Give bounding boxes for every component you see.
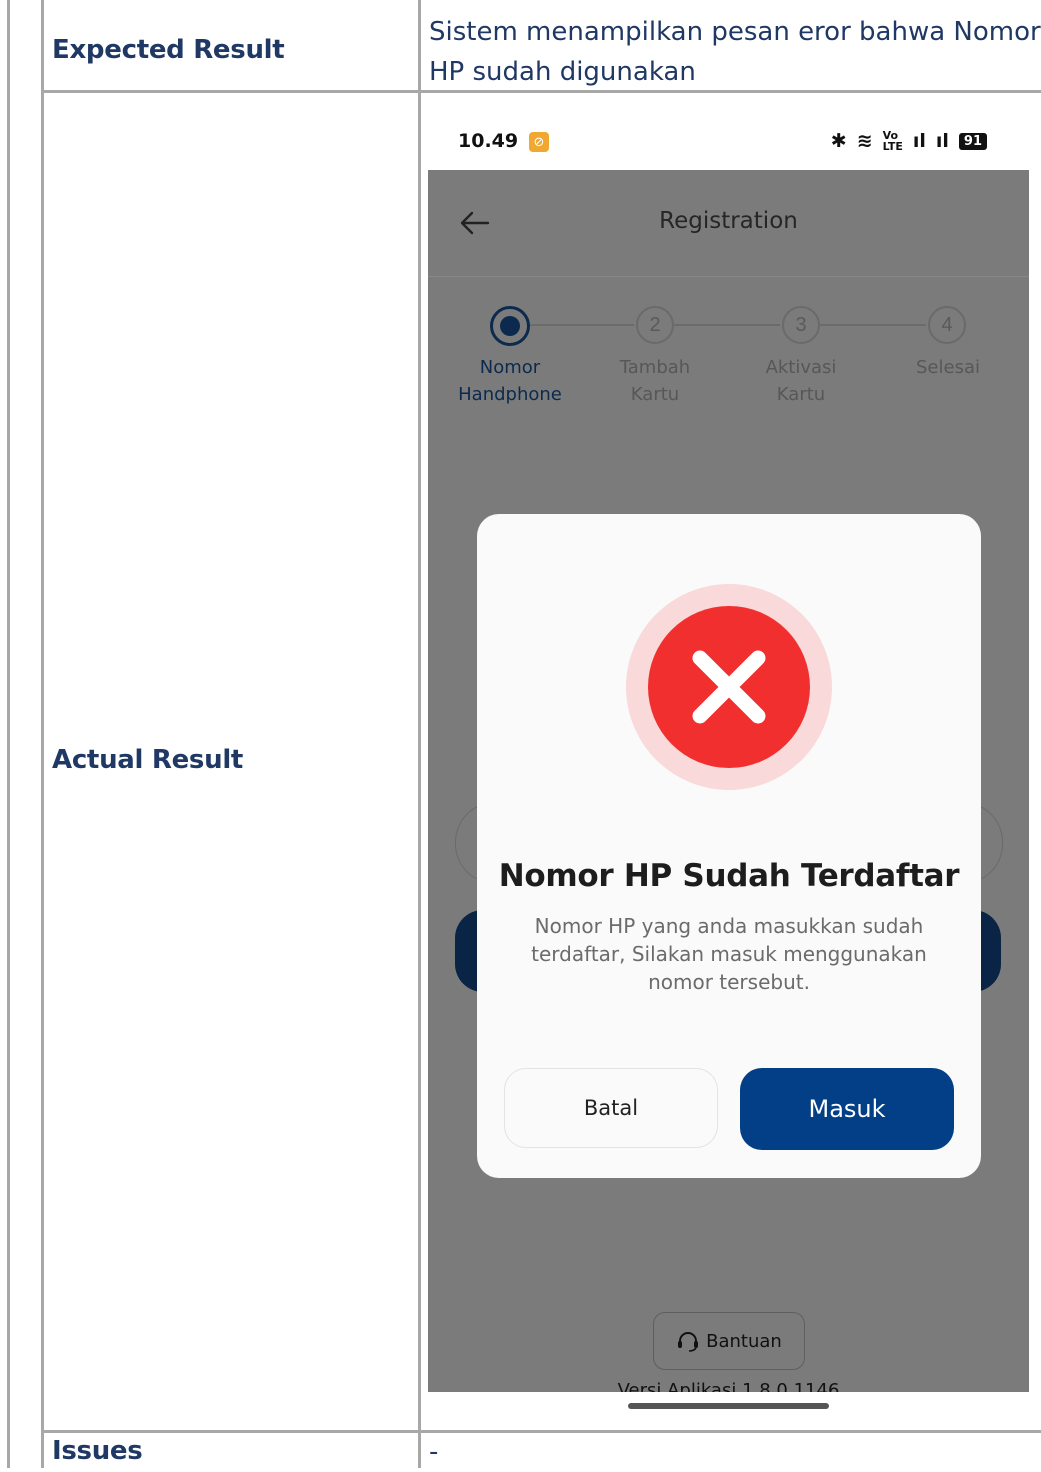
bluetooth-icon: ✱ — [830, 130, 847, 152]
signal-icon: ıl — [912, 130, 926, 152]
left-border-outer — [7, 0, 10, 1468]
battery-icon: 91 — [958, 132, 987, 150]
navigation-bar — [428, 1392, 1029, 1420]
phone-screenshot: 10.49 ⊘ ✱ ≋ Vo LTE ıl ıl 91 Registration … — [428, 106, 1029, 1420]
step-3-label-line-1: Aktivasi — [765, 357, 837, 378]
step-1-label-line-2: Handphone — [458, 384, 562, 405]
dialog-title: Nomor HP Sudah Terdaftar — [498, 858, 960, 894]
step-2-circle: 2 — [636, 306, 674, 344]
registration-stepper: 2 3 4 Nomor Handphone Tambah Kartu Aktiv… — [428, 300, 1029, 420]
headset-icon — [678, 1332, 699, 1352]
step-1-active-icon — [490, 306, 530, 346]
login-button[interactable]: Masuk — [740, 1068, 954, 1150]
step-2-label: Tambah Kartu — [585, 354, 725, 408]
wifi-icon: ≋ — [856, 130, 873, 152]
error-dialog: Nomor HP Sudah Terdaftar Nomor HP yang a… — [477, 514, 981, 1178]
step-3-label-line-2: Kartu — [776, 384, 826, 405]
row-divider-2 — [41, 1430, 1041, 1433]
page-title: Registration — [659, 208, 798, 234]
step-4-circle: 4 — [928, 306, 966, 344]
step-2-label-line-1: Tambah — [619, 357, 691, 378]
help-button[interactable]: Bantuan — [653, 1312, 805, 1370]
status-icons: ✱ ≋ Vo LTE ıl ıl 91 — [831, 130, 987, 152]
step-3-circle: 3 — [782, 306, 820, 344]
error-x-icon — [648, 606, 810, 768]
step-2-label-line-2: Kartu — [630, 384, 680, 405]
step-1-label: Nomor Handphone — [440, 354, 580, 408]
step-connector — [528, 324, 634, 326]
issues-label: Issues — [52, 1436, 143, 1466]
step-1-label-line-1: Nomor — [479, 357, 541, 378]
cancel-button[interactable]: Batal — [504, 1068, 718, 1148]
signal-icon-2: ıl — [935, 130, 949, 152]
step-connector — [820, 324, 926, 326]
step-4-label-line-1: Selesai — [916, 357, 980, 378]
home-gesture-bar[interactable] — [628, 1403, 829, 1409]
expected-result-line-2: HP sudah digunakan — [429, 57, 696, 87]
app-notification-icon: ⊘ — [529, 132, 549, 152]
app-bar: Registration — [428, 170, 1029, 277]
expected-result-line-1: Sistem menampilkan pesan eror bahwa Nomo… — [429, 17, 1041, 47]
close-x-icon — [692, 650, 766, 724]
expected-result-label: Expected Result — [52, 35, 285, 65]
actual-result-label: Actual Result — [52, 745, 244, 775]
app-screen: Registration 2 3 4 Nomor Handphone Tamba… — [428, 170, 1029, 1401]
status-bar: 10.49 ⊘ ✱ ≋ Vo LTE ıl ıl 91 — [428, 106, 1029, 170]
issues-value: - — [429, 1437, 439, 1467]
left-border-inner — [41, 0, 44, 1468]
step-connector — [674, 324, 780, 326]
status-time: 10.49 — [458, 130, 519, 152]
expected-result-text: Sistem menampilkan pesan eror bahwa Nomo… — [429, 12, 1041, 92]
step-4-label: Selesai — [878, 354, 1018, 381]
help-button-label: Bantuan — [706, 1330, 782, 1352]
dialog-message: Nomor HP yang anda masukkan sudah terdaf… — [531, 914, 927, 994]
column-divider — [418, 0, 421, 1468]
error-icon-halo — [626, 584, 832, 790]
step-3-label: Aktivasi Kartu — [731, 354, 871, 408]
volte-icon: Vo LTE — [882, 129, 903, 153]
